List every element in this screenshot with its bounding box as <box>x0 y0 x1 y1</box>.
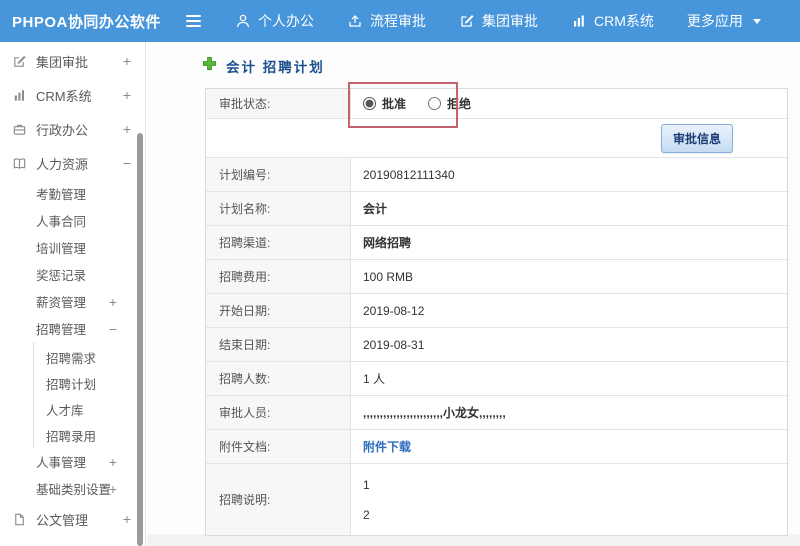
field-row-recruit-channel: 招聘渠道: 网络招聘 <box>206 226 787 260</box>
sidebar-item-recruit-demand[interactable]: 招聘需求 <box>34 344 145 370</box>
expand-icon[interactable]: + <box>123 53 131 69</box>
page-title: 会计 招聘计划 <box>226 60 325 75</box>
document-icon <box>12 512 27 527</box>
sidebar-item-hr[interactable]: 人力资源 − <box>0 146 145 180</box>
attachment-download-link[interactable]: 附件下载 <box>363 438 411 455</box>
recruit-submenu: 招聘需求 招聘计划 人才库 招聘录用 <box>33 342 145 448</box>
field-row-headcount: 招聘人数: 1 人 <box>206 362 787 396</box>
sidebar: 集团审批 + CRM系统 + 行政办公 + 人力资源 − 考勤管理 人事合同 培… <box>0 42 146 546</box>
app-logo: PHPOA协同办公软件 <box>12 13 161 31</box>
field-label: 审批人员: <box>206 396 351 429</box>
field-label: 审批状态: <box>206 89 351 118</box>
briefcase-icon <box>12 122 27 137</box>
nav-item-crm[interactable]: CRM系统 <box>571 11 654 31</box>
collapse-icon[interactable]: − <box>123 155 131 171</box>
field-value: 20190812111340 <box>363 167 455 182</box>
approval-button-row: 审批信息 <box>206 119 787 158</box>
field-label: 招聘人数: <box>206 362 351 395</box>
sidebar-scrollbar[interactable] <box>137 133 143 546</box>
field-label: 招聘说明: <box>206 464 351 535</box>
field-row-end-date: 结束日期: 2019-08-31 <box>206 328 787 362</box>
sidebar-item-talent-pool[interactable]: 人才库 <box>34 396 145 422</box>
field-label: 结束日期: <box>206 328 351 361</box>
field-label: 招聘费用: <box>206 260 351 293</box>
top-nav-bar: PHPOA协同办公软件 个人办公 流程审批 集团审批 CRM系统 更多应用 <box>0 0 800 42</box>
field-row-attachment: 附件文档: 附件下载 <box>206 430 787 464</box>
book-icon <box>12 156 27 171</box>
edit-square-icon <box>459 13 475 29</box>
nav-item-personal-office[interactable]: 个人办公 <box>235 11 314 31</box>
sidebar-item-vehicle-mgmt[interactable]: 用车管理 + <box>0 536 145 546</box>
person-icon <box>235 13 251 29</box>
sidebar-item-recruit-plan[interactable]: 招聘计划 <box>34 370 145 396</box>
expand-icon[interactable]: + <box>123 121 131 137</box>
field-value: 2019-08-12 <box>363 303 425 318</box>
expand-icon[interactable]: + <box>123 511 131 527</box>
sidebar-item-base-category[interactable]: 基础类别设置 + <box>0 475 145 502</box>
field-label: 计划编号: <box>206 158 351 191</box>
hamburger-menu-icon[interactable] <box>186 15 201 27</box>
field-value: 网络招聘 <box>363 236 412 250</box>
radio-approve-input[interactable] <box>363 97 376 110</box>
sidebar-item-rewards[interactable]: 奖惩记录 <box>0 261 145 288</box>
description-line: 2 <box>363 507 370 522</box>
expand-icon[interactable]: + <box>109 454 117 470</box>
description-value: 1 2 <box>351 464 787 535</box>
nav-item-more-apps[interactable]: 更多应用 <box>687 11 761 31</box>
field-label: 附件文档: <box>206 430 351 463</box>
field-row-description: 招聘说明: 1 2 <box>206 464 787 535</box>
bar-chart-icon <box>571 13 587 29</box>
sidebar-item-crm[interactable]: CRM系统 + <box>0 78 145 112</box>
collapse-icon[interactable]: − <box>109 321 117 337</box>
field-row-recruit-cost: 招聘费用: 100 RMB <box>206 260 787 294</box>
sidebar-menu: 集团审批 + CRM系统 + 行政办公 + 人力资源 − 考勤管理 人事合同 培… <box>0 42 145 546</box>
approval-options: 批准 拒绝 <box>351 89 787 118</box>
field-value: 2019-08-31 <box>363 337 425 352</box>
approval-status-row: 审批状态: 批准 拒绝 <box>206 89 787 119</box>
nav-item-group-approval[interactable]: 集团审批 <box>459 11 538 31</box>
sidebar-item-admin-office[interactable]: 行政办公 + <box>0 112 145 146</box>
edit-square-icon <box>12 54 27 69</box>
field-row-start-date: 开始日期: 2019-08-12 <box>206 294 787 328</box>
sidebar-item-training[interactable]: 培训管理 <box>0 234 145 261</box>
field-value: 1 人 <box>363 372 386 386</box>
recruit-plan-form: 审批状态: 批准 拒绝 审批信息 计划编号: 20190812111340 计划… <box>205 88 788 536</box>
field-label: 开始日期: <box>206 294 351 327</box>
bar-chart-icon <box>12 88 27 103</box>
page-title-row: 会计 招聘计划 <box>202 56 325 76</box>
sidebar-item-salary[interactable]: 薪资管理 + <box>0 288 145 315</box>
field-label: 计划名称: <box>206 192 351 225</box>
radio-reject-input[interactable] <box>428 97 442 110</box>
field-value: ,,,,,,,,,,,,,,,,,,,,,,,,小龙女,,,,,,,, <box>363 406 506 420</box>
expand-icon[interactable]: + <box>109 481 117 497</box>
caret-down-icon <box>752 18 761 24</box>
nav-item-flow-approval[interactable]: 流程审批 <box>347 11 426 31</box>
sidebar-item-group-approval[interactable]: 集团审批 + <box>0 44 145 78</box>
sidebar-item-attendance[interactable]: 考勤管理 <box>0 180 145 207</box>
field-label: 招聘渠道: <box>206 226 351 259</box>
radio-approve[interactable]: 批准 <box>363 95 406 112</box>
sidebar-item-personnel-mgmt[interactable]: 人事管理 + <box>0 448 145 475</box>
radio-reject[interactable]: 拒绝 <box>428 95 471 112</box>
sidebar-item-recruit-mgmt[interactable]: 招聘管理 − <box>0 315 145 342</box>
flow-approval-icon <box>347 13 363 29</box>
sidebar-item-document-mgmt[interactable]: 公文管理 + <box>0 502 145 536</box>
field-row-approvers: 审批人员: ,,,,,,,,,,,,,,,,,,,,,,,,小龙女,,,,,,,… <box>206 396 787 430</box>
field-row-plan-name: 计划名称: 会计 <box>206 192 787 226</box>
description-line: 1 <box>363 477 370 492</box>
field-value: 100 RMB <box>363 269 414 284</box>
sidebar-item-recruit-hire[interactable]: 招聘录用 <box>34 422 145 448</box>
field-row-plan-number: 计划编号: 20190812111340 <box>206 158 787 192</box>
sidebar-item-hr-contract[interactable]: 人事合同 <box>0 207 145 234</box>
field-value: 会计 <box>363 202 388 216</box>
expand-icon[interactable]: + <box>123 87 131 103</box>
add-plus-icon <box>202 56 217 76</box>
approval-info-button[interactable]: 审批信息 <box>660 123 733 153</box>
main-content: 会计 招聘计划 审批状态: 批准 拒绝 审批信息 计划编号: 201908121… <box>147 42 800 546</box>
expand-icon[interactable]: + <box>109 294 117 310</box>
